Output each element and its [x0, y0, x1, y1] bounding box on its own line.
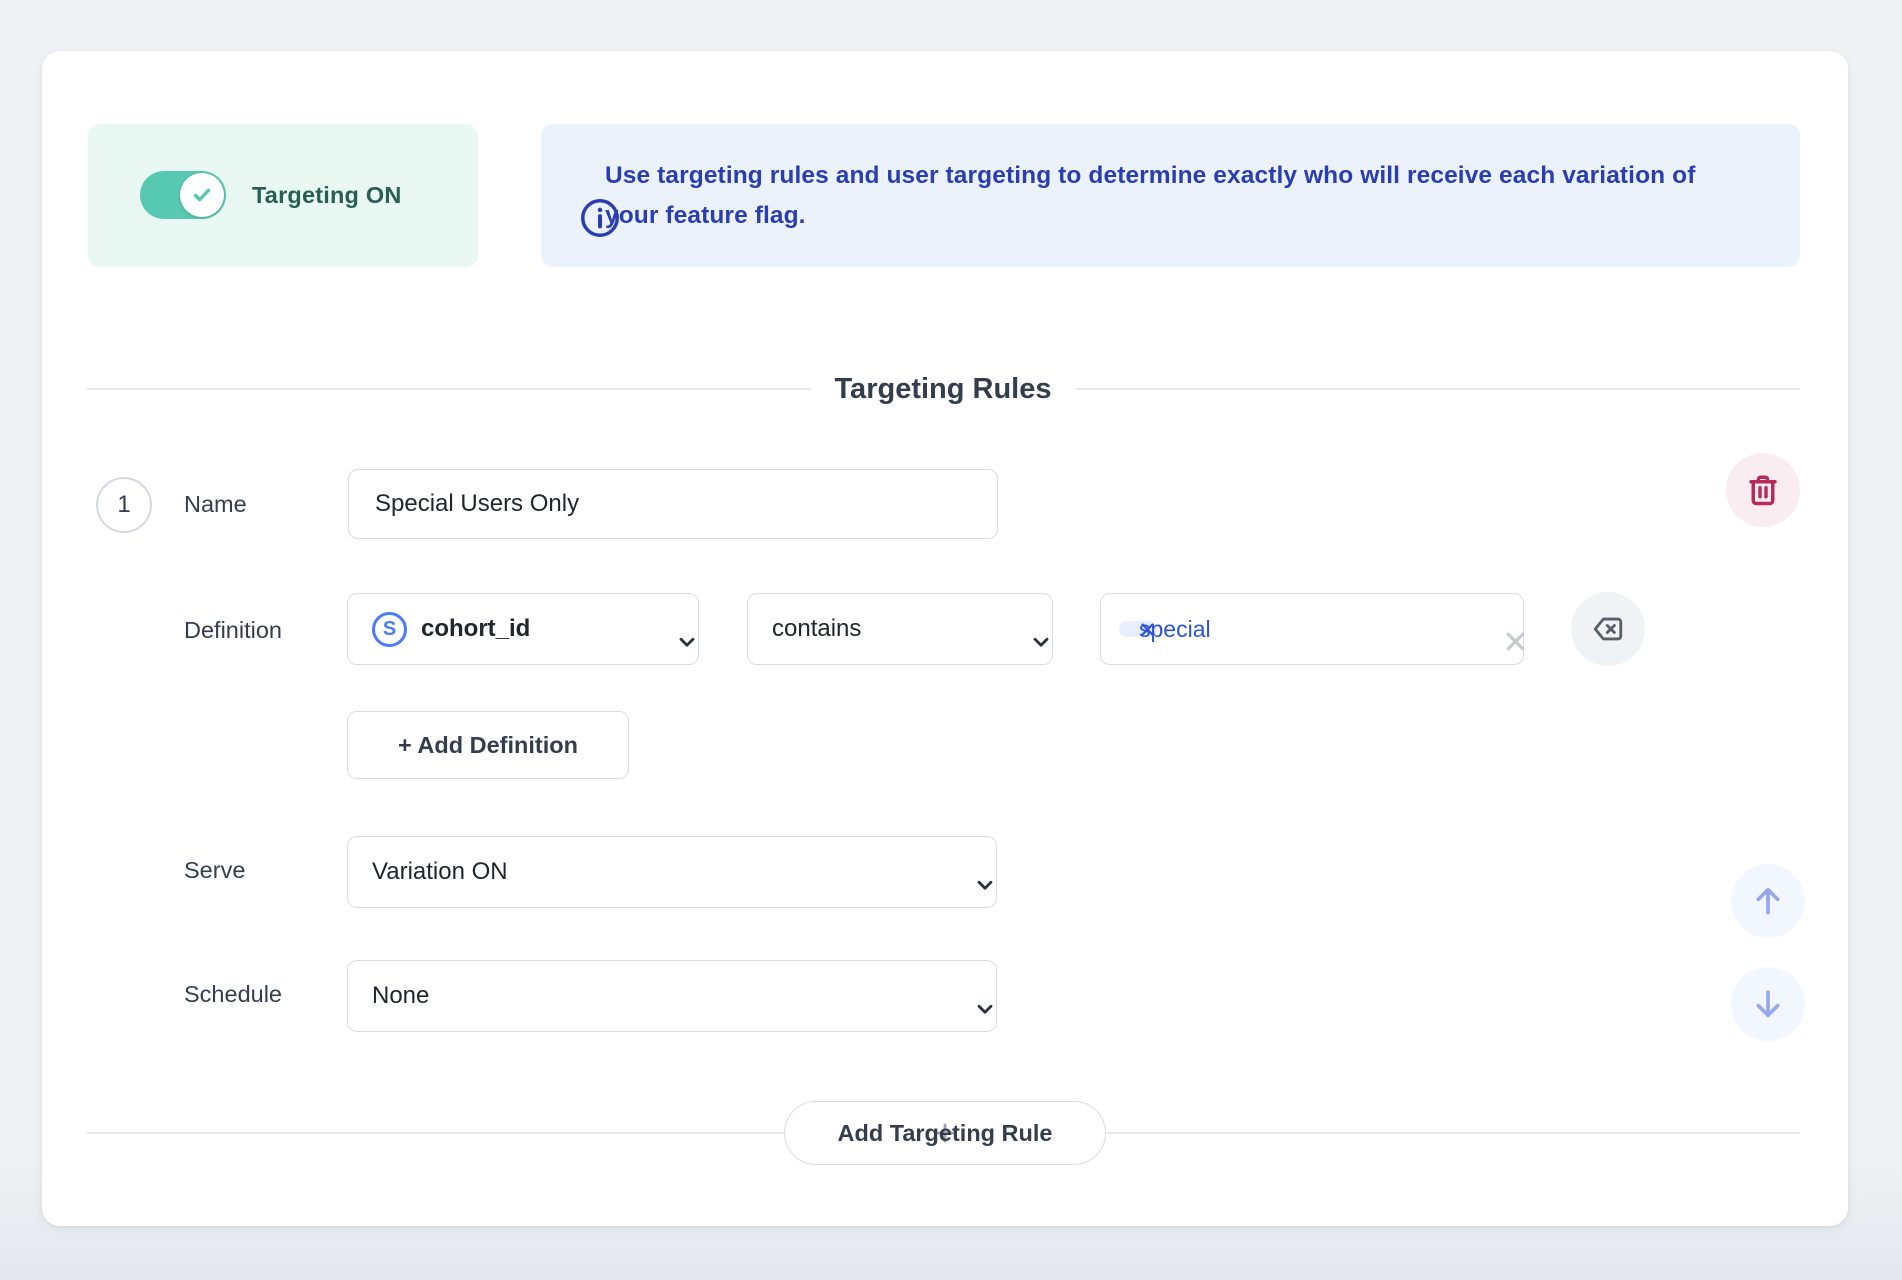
move-rule-up-button[interactable] — [1731, 864, 1805, 938]
property-dropdown-value: cohort_id — [421, 615, 531, 642]
serve-dropdown[interactable]: Variation ON — [347, 836, 997, 908]
toggle-knob — [180, 173, 224, 217]
add-targeting-rule-label: Add Targeting Rule — [837, 1119, 1053, 1146]
targeting-toggle-panel: Targeting ON — [88, 124, 478, 267]
targeting-toggle[interactable] — [140, 171, 226, 219]
targeting-rules-card: Targeting ON Use targeting rules and use… — [42, 51, 1848, 1226]
values-tag-input[interactable]: special — [1100, 593, 1525, 665]
header-divider-left — [86, 388, 811, 390]
serve-label: Serve — [184, 857, 246, 883]
delete-rule-button[interactable] — [1726, 453, 1800, 527]
serve-dropdown-value: Variation ON — [372, 858, 508, 885]
move-rule-down-button[interactable] — [1731, 967, 1805, 1041]
property-dropdown[interactable]: S cohort_id — [347, 593, 699, 665]
arrow-down-icon — [1756, 990, 1780, 1018]
backspace-icon — [1593, 617, 1623, 641]
remove-tag-icon[interactable] — [1139, 621, 1156, 638]
section-header: Targeting Rules — [86, 369, 1800, 409]
trash-icon — [1749, 475, 1777, 506]
rule-number-badge: 1 — [96, 477, 152, 533]
schedule-label: Schedule — [184, 981, 282, 1007]
operator-dropdown[interactable]: contains — [747, 593, 1053, 665]
operator-dropdown-value: contains — [772, 615, 862, 642]
name-label: Name — [184, 491, 247, 517]
check-icon — [193, 188, 211, 202]
header-divider-right — [1075, 388, 1800, 390]
arrow-up-icon — [1756, 887, 1780, 915]
info-banner-text: Use targeting rules and user targeting t… — [605, 161, 1696, 229]
definition-label: Definition — [184, 617, 282, 643]
schedule-dropdown[interactable]: None — [347, 960, 997, 1032]
schedule-dropdown-value: None — [372, 982, 430, 1009]
rule-name-input[interactable] — [348, 469, 998, 539]
segment-property-icon: S — [372, 611, 407, 647]
section-title: Targeting Rules — [834, 372, 1052, 405]
add-definition-button[interactable]: + Add Definition — [347, 711, 629, 779]
info-banner: Use targeting rules and user targeting t… — [541, 124, 1800, 267]
backspace-clear-button[interactable] — [1571, 592, 1645, 666]
value-tag-special[interactable]: special — [1119, 616, 1211, 642]
targeting-toggle-label: Targeting ON — [252, 182, 402, 208]
add-targeting-rule-button[interactable]: Add Targeting Rule — [784, 1101, 1106, 1165]
